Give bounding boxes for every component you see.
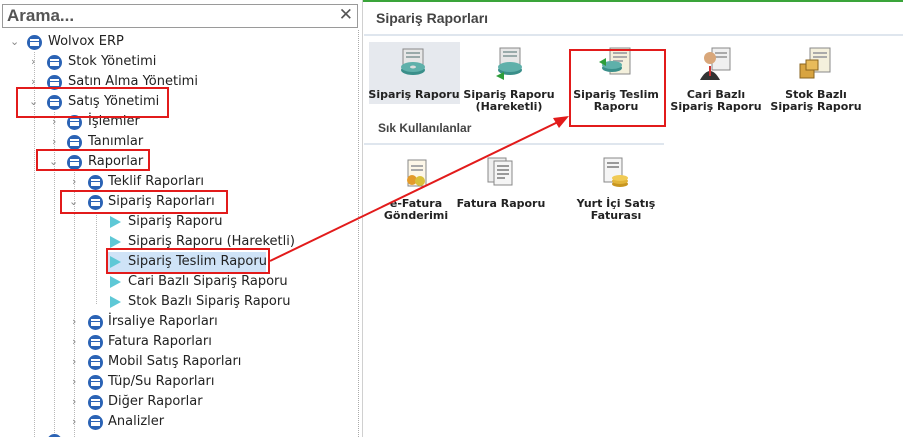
- annotation-arrow: [269, 116, 569, 262]
